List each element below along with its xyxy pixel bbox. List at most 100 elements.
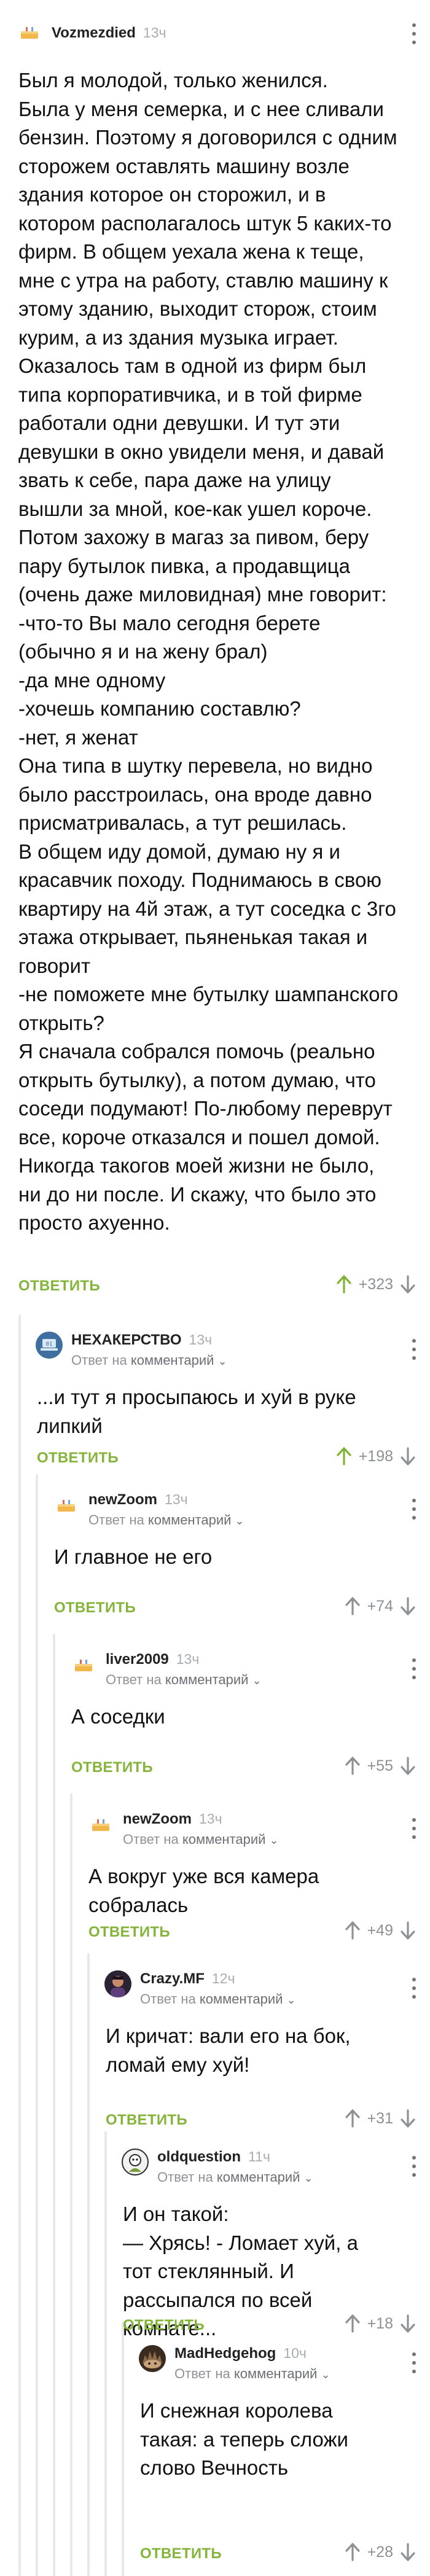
upvote-icon[interactable] [345, 1921, 360, 1940]
more-options-icon[interactable] [412, 2156, 416, 2177]
reply-to-label: Ответ на [88, 1512, 144, 1528]
comment-actions: ОТВЕТИТЬ +198 [0, 1446, 430, 1470]
reply-to-link[interactable]: Ответ на комментарий ⌄ [140, 1991, 296, 2007]
upvote-icon[interactable] [337, 1275, 351, 1294]
comment: Crazy.MF 12ч Ответ на комментарий ⌄ И кри… [0, 1953, 430, 2131]
downvote-icon[interactable] [401, 1447, 415, 1466]
cake-avatar-icon[interactable] [87, 1811, 114, 1838]
comment-time: 13ч [199, 1811, 222, 1827]
reply-button[interactable]: ОТВЕТИТЬ [37, 1450, 119, 1467]
comment-body: Был я молодой, только женился. Была у ме… [18, 69, 399, 1234]
comment-time: 13ч [189, 1332, 213, 1348]
comment: liver2009 13ч Ответ на комментарий ⌄ А со… [0, 1634, 430, 1793]
downvote-icon[interactable] [401, 2109, 415, 2128]
more-options-icon[interactable] [412, 1978, 416, 1999]
downvote-icon[interactable] [401, 2543, 415, 2561]
comment-header: Vozmezdied 13ч [16, 18, 166, 45]
downvote-icon[interactable] [401, 1921, 415, 1940]
downvote-icon[interactable] [401, 1757, 415, 1775]
comment-time: 10ч [283, 2345, 307, 2361]
reply-to-link[interactable]: Ответ на комментарий ⌄ [123, 1832, 279, 1848]
vote-controls: +49 [345, 1921, 415, 1940]
downvote-icon[interactable] [401, 1597, 415, 1615]
comment-author[interactable]: MadHedgehog [174, 2345, 276, 2362]
upvote-icon[interactable] [345, 2109, 360, 2128]
comment-author[interactable]: newZoom [123, 1811, 192, 1828]
upvote-icon[interactable] [345, 1597, 360, 1615]
more-options-icon[interactable] [412, 23, 416, 44]
comment-author[interactable]: Crazy.MF [140, 1970, 205, 1988]
reply-to-link[interactable]: Ответ на комментарий ⌄ [88, 1512, 244, 1528]
chevron-down-icon: ⌄ [286, 1994, 296, 2006]
hedgehog-avatar-icon[interactable] [139, 2345, 166, 2372]
comment-time: 13ч [143, 25, 166, 41]
reply-to-link[interactable]: Ответ на комментарий ⌄ [106, 1672, 262, 1688]
cake-avatar-icon[interactable] [70, 1651, 97, 1678]
comment: Vozmezdied 13ч Был я молодой, только жен… [0, 0, 430, 1308]
reply-button[interactable]: ОТВЕТИТЬ [88, 1924, 170, 1941]
more-options-icon[interactable] [412, 1658, 416, 1679]
reply-to-label: Ответ на [140, 1991, 196, 2007]
upvote-icon[interactable] [345, 1757, 360, 1775]
more-options-icon[interactable] [412, 1339, 416, 1360]
comment-author[interactable]: oldquestion [157, 2149, 241, 2166]
comment-time: 11ч [248, 2149, 270, 2164]
reply-to-link[interactable]: Ответ на комментарий ⌄ [71, 1352, 227, 1368]
reply-to-label: Ответ на [174, 2366, 230, 2381]
vote-controls: +323 [337, 1275, 415, 1294]
chevron-down-icon: ⌄ [252, 1674, 262, 1687]
chevron-down-icon: ⌄ [303, 2172, 313, 2184]
cake-avatar-icon[interactable] [53, 1491, 80, 1518]
comment: newZoom 13ч Ответ на комментарий ⌄ А вокр… [0, 1793, 430, 1953]
reply-button[interactable]: ОТВЕТИТЬ [54, 1599, 136, 1617]
comment-actions: ОТВЕТИТЬ +31 [0, 2108, 430, 2133]
photo-avatar-icon[interactable] [104, 1970, 131, 1997]
reply-button[interactable]: ОТВЕТИТЬ [106, 2112, 187, 2129]
downvote-icon[interactable] [401, 1275, 415, 1294]
comment-actions: ОТВЕТИТЬ +55 [0, 1755, 430, 1780]
comment: 01 НЕХАКЕРСТВО 13ч Ответ на комментарий ⌄… [0, 1314, 430, 1474]
vote-controls: +55 [345, 1757, 415, 1775]
comment-header: 01 НЕХАКЕРСТВО 13ч Ответ на комментарий ⌄ [36, 1332, 227, 1368]
comment-author[interactable]: newZoom [88, 1491, 157, 1509]
comment: newZoom 13ч Ответ на комментарий ⌄ И глав… [0, 1474, 430, 1634]
comment-score: +55 [367, 1757, 393, 1774]
comment-time: 12ч [211, 1970, 235, 1986]
comment-actions: ОТВЕТИТЬ +323 [0, 1274, 430, 1298]
chevron-down-icon: ⌄ [269, 1834, 279, 1846]
reply-button[interactable]: ОТВЕТИТЬ [140, 2545, 222, 2562]
comment-header: newZoom 13ч Ответ на комментарий ⌄ [53, 1491, 244, 1528]
reply-button[interactable]: ОТВЕТИТЬ [71, 1759, 153, 1776]
comment-time: 13ч [165, 1491, 188, 1507]
comment-body: А соседки [71, 1705, 165, 1728]
more-options-icon[interactable] [412, 1499, 416, 1520]
comment-score: +31 [367, 2109, 393, 2127]
more-options-icon[interactable] [412, 2352, 416, 2373]
reply-to-label: Ответ на [123, 1832, 179, 1847]
svg-text:01: 01 [46, 1341, 53, 1348]
comment-actions: ОТВЕТИТЬ +28 [0, 2542, 430, 2566]
vote-controls: +198 [337, 1447, 415, 1466]
cartoon-avatar-icon[interactable] [122, 2149, 149, 2176]
comment-body: ...и тут я просыпаюсь и хуй в руке липки… [37, 1386, 362, 1437]
comment-score: +49 [367, 1921, 393, 1939]
reply-to-link[interactable]: Ответ на комментарий ⌄ [174, 2366, 330, 2382]
vote-controls: +74 [345, 1597, 415, 1615]
comment-author[interactable]: liver2009 [106, 1651, 169, 1668]
reply-to-link[interactable]: Ответ на комментарий ⌄ [157, 2169, 313, 2185]
upvote-icon[interactable] [337, 1447, 351, 1466]
comment-header: newZoom 13ч Ответ на комментарий ⌄ [87, 1811, 279, 1848]
reply-button[interactable]: ОТВЕТИТЬ [18, 1278, 100, 1295]
reply-to-target: комментарий [165, 1672, 249, 1687]
comment-author[interactable]: Vozmezdied [52, 25, 136, 42]
hacker-avatar-icon[interactable]: 01 [36, 1332, 63, 1359]
more-options-icon[interactable] [412, 1818, 416, 1839]
upvote-icon[interactable] [345, 2543, 360, 2561]
comment: oldquestion 11ч Ответ на комментарий ⌄ И … [0, 2131, 430, 2340]
comment-author[interactable]: НЕХАКЕРСТВО [71, 1332, 182, 1349]
comment-header: oldquestion 11ч Ответ на комментарий ⌄ [122, 2149, 313, 2185]
comment-body: И кричат: вали его на бок, ломай ему хуй… [106, 2024, 356, 2076]
comment-header: Crazy.MF 12ч Ответ на комментарий ⌄ [104, 1970, 296, 2007]
cake-avatar-icon[interactable] [16, 18, 43, 45]
comment-score: +28 [367, 2543, 393, 2561]
